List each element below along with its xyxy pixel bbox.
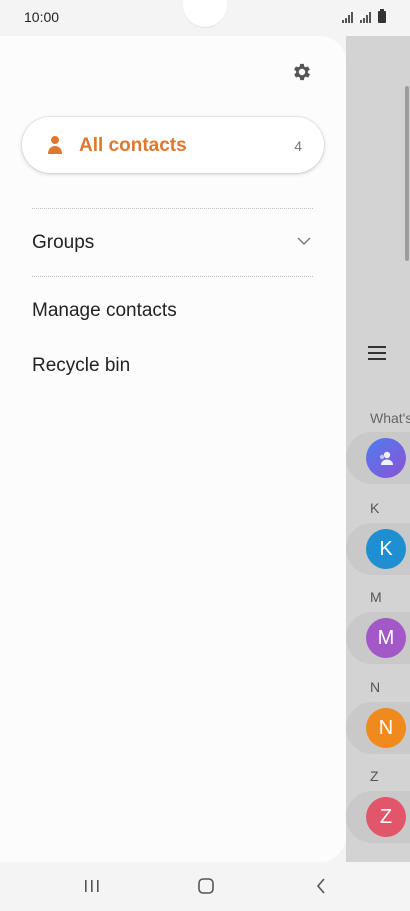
manage-contacts-label: Manage contacts — [32, 300, 177, 321]
cell-signal-icon — [360, 12, 371, 23]
recycle-bin-label: Recycle bin — [32, 355, 131, 376]
index-letter: K — [370, 500, 380, 516]
status-icons — [342, 9, 386, 23]
recycle-bin-item[interactable]: Recycle bin — [32, 346, 313, 386]
index-letter: M — [370, 589, 382, 605]
screen: 10:00 What's K K M M N N Z Z All contact… — [0, 0, 410, 911]
group-avatar — [366, 438, 406, 478]
people-icon — [379, 451, 393, 465]
gear-icon — [294, 63, 310, 81]
settings-button[interactable] — [288, 58, 316, 86]
menu-icon[interactable] — [368, 346, 386, 360]
system-nav-bar — [0, 862, 410, 911]
person-icon — [48, 136, 62, 154]
status-bar: 10:00 — [0, 0, 410, 36]
home-button[interactable] — [192, 874, 220, 898]
all-contacts-label: All contacts — [79, 135, 187, 156]
chevron-down-icon[interactable] — [297, 236, 311, 246]
navigation-drawer: All contacts 4 Groups Manage contacts Re… — [0, 36, 346, 862]
back-button[interactable] — [307, 874, 335, 898]
back-icon — [316, 878, 325, 894]
section-label: What's — [370, 410, 410, 426]
index-letter: N — [370, 679, 381, 695]
contacts-count: 4 — [294, 138, 302, 154]
home-icon — [198, 878, 214, 894]
manage-contacts-item[interactable]: Manage contacts — [32, 291, 313, 331]
groups-item[interactable]: Groups — [32, 223, 313, 263]
groups-label: Groups — [32, 232, 95, 253]
recents-icon — [85, 880, 99, 892]
status-time: 10:00 — [24, 9, 60, 25]
avatar: Z — [366, 797, 406, 837]
wifi-signal-icon — [342, 12, 353, 23]
divider — [32, 276, 313, 277]
avatar: N — [366, 708, 406, 748]
scrollbar[interactable] — [405, 86, 409, 261]
all-contacts-button[interactable]: All contacts 4 — [22, 117, 324, 173]
battery-icon — [378, 9, 386, 23]
index-letter: Z — [370, 768, 379, 784]
divider — [32, 208, 313, 209]
avatar: K — [366, 529, 406, 569]
contacts-list-background: What's K K M M N N Z Z — [346, 36, 410, 862]
avatar: M — [366, 618, 406, 658]
recents-button[interactable] — [78, 874, 106, 898]
camera-notch — [183, 0, 227, 28]
